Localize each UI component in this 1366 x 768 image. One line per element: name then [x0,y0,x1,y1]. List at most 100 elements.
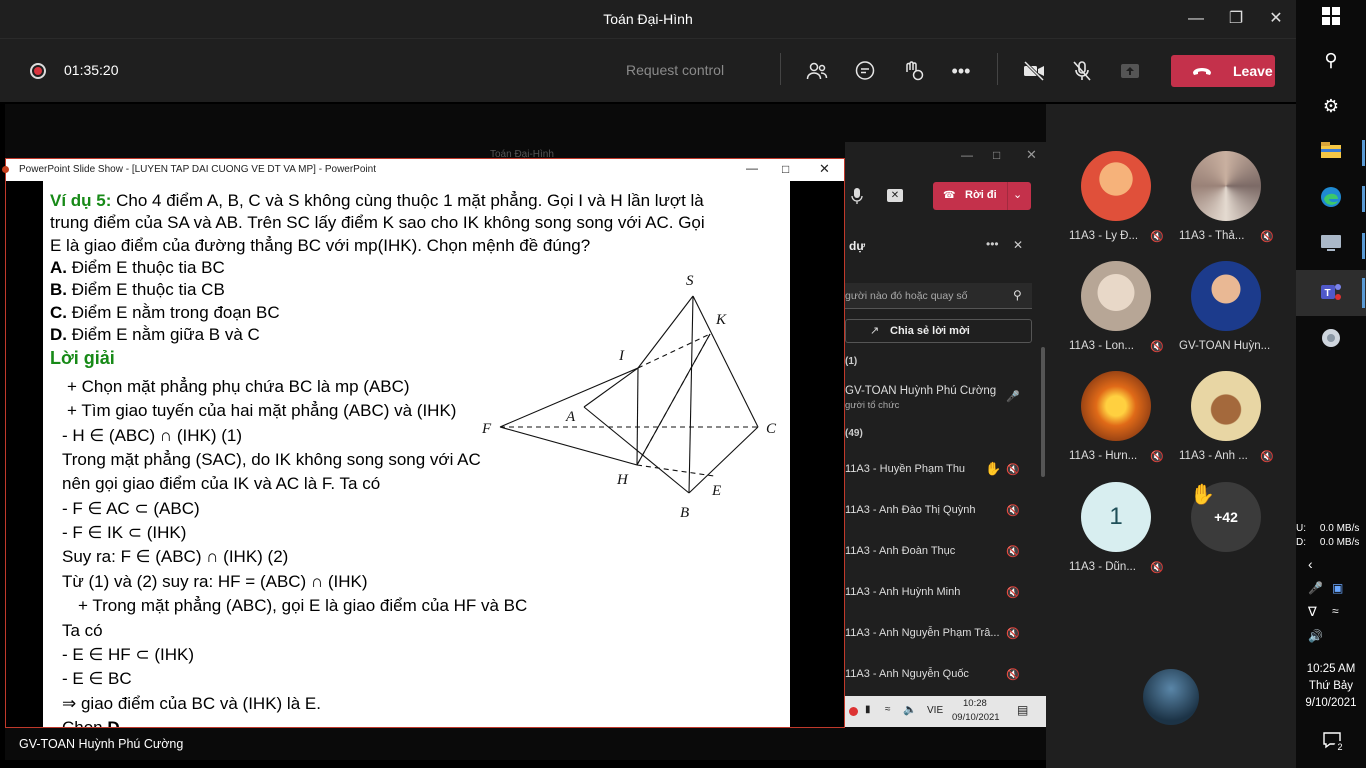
raised-hand-icon: ✋ [985,461,1002,476]
mic-off-icon: 🔇 [1150,451,1164,463]
option-a-key: A. [50,258,67,277]
chevron-left-icon[interactable]: ‹ [1308,556,1313,572]
settings-gear-icon[interactable]: ⚙ [1318,93,1344,119]
option-b: B. Điểm E thuộc tia CB [50,280,225,300]
svg-text:T: T [1325,288,1331,299]
shared-search-icon: ⚲ [1013,288,1022,302]
participant-name: 11A3 - Ly Đ... [1069,230,1139,242]
solution-heading: Lời giải [50,348,115,368]
mic-off-icon: 🔇 [1006,505,1020,517]
mic-tray-icon[interactable]: 🎤 [1308,581,1323,595]
tray-lang: VIE [927,705,944,716]
reactions-icon[interactable] [901,59,925,83]
shared-person-row: 11A3 - Anh Huỳnh Minh [845,586,961,598]
edge-browser-icon[interactable] [1318,186,1344,212]
tray-app-icon[interactable]: ▣ [1332,581,1343,595]
shared-organizer-name: GV-TOAN Huỳnh Phú Cường [845,385,997,397]
divider [780,53,781,85]
avatar [1081,151,1151,221]
remote-desktop-icon[interactable] [1318,233,1344,259]
mic-off-icon: 🔇 [1260,231,1274,243]
file-explorer-icon[interactable] [1318,140,1344,166]
ppt-logo-icon [2,166,9,173]
shared-restore-icon: □ [993,148,1001,162]
camera-off-icon[interactable] [1022,59,1046,83]
avatar [1191,151,1261,221]
solution-answer: Chọn D [62,718,120,727]
vpn-icon[interactable]: ∇ [1308,604,1317,620]
label-B: B [680,505,689,521]
tray-wifi-icon: ≈ [885,704,891,715]
minimize-icon[interactable]: — [1184,8,1208,30]
shared-teams-window: — □ ✕ ✕ ☎ Rời đi ⌄ dự ••• ✕ gười nào đó … [845,142,1046,727]
close-icon[interactable]: ✕ [1264,8,1288,30]
avatar [1191,371,1261,441]
participants-icon[interactable] [805,59,829,83]
self-view-avatar[interactable] [1143,669,1199,725]
more-options-icon[interactable]: ••• [949,59,973,83]
shared-tray: ▮ ≈ 🔈 VIE 10:28 09/10/2021 ▤ [845,696,1046,727]
pinned-app-icon[interactable] [1318,327,1344,353]
option-b-key: B. [50,280,67,299]
example-line-2: trung điểm của SA và AB. Trên SC lấy điể… [50,213,705,232]
answer-key: D [107,718,119,727]
leave-label: Leave [1233,63,1273,79]
shared-person-row: 11A3 - Huyền Phạm Thu [845,463,966,475]
windows-start-icon[interactable] [1318,6,1344,32]
mic-off-icon: 🔇 [1260,451,1274,463]
example-text: Cho 4 điểm A, B, C và S không cùng thuộc… [111,191,704,210]
participant-name: 11A3 - Thả... [1179,230,1245,242]
presenter-name: GV-TOAN Huỳnh Phú Cường [19,737,184,751]
powerpoint-window: PowerPoint Slide Show - [LUYEN TAP DAI C… [2,158,845,728]
edge-SB [688,295,694,494]
clock-time[interactable]: 10:25 AM [1296,663,1366,675]
participants-gallery: 11A3 - Ly Đ... 🔇 11A3 - Thả... 🔇 11A3 - … [1046,104,1296,768]
solution-step: - E ∈ HF ⊂ (IHK) [62,645,194,664]
restore-icon[interactable]: ❐ [1224,8,1248,30]
clock-date[interactable]: 9/10/2021 [1296,697,1366,709]
option-a-text: Điểm E thuộc tia BC [67,258,225,277]
running-indicator [1362,186,1365,212]
label-A: A [565,409,576,425]
ppt-minimize-icon[interactable]: — [746,161,758,175]
request-control-button[interactable]: Request control [626,62,724,78]
clock-day[interactable]: Thứ Bảy [1296,680,1366,692]
search-icon[interactable]: ⚲ [1318,47,1344,73]
ppt-maximize-icon[interactable]: □ [782,162,789,176]
meeting-timer: 01:35:20 [64,62,119,78]
shared-leave-label: Rời đi [965,189,997,201]
option-c-text: Điểm E nằm trong đoạn BC [67,303,280,322]
leave-button[interactable]: Leave [1171,55,1275,87]
mic-off-icon: 🔇 [1150,562,1164,574]
edge-AB [583,406,690,494]
meeting-toolbar: 01:35:20 Request control ••• Leave [0,38,1296,102]
shared-scrollbar [1041,347,1045,477]
edge-HE [636,464,715,477]
shared-search-placeholder: gười nào đó hoặc quay số [845,290,968,302]
shared-panel-close-icon: ✕ [1013,238,1024,252]
ppt-close-icon[interactable]: ✕ [819,161,830,177]
example-label: Ví dụ 5: [50,191,112,210]
shared-panel-title: dự [849,239,866,253]
recording-icon [30,63,46,79]
volume-icon[interactable]: 🔊 [1308,629,1323,643]
shared-leave-button: ☎ Rời đi ⌄ [933,182,1031,210]
solution-step: - E ∈ BC [62,669,132,688]
windows-taskbar: ⚲ ⚙ T U: 0.0 MB/s D: 0.0 MB/s ‹ 🎤 ▣ ∇ ≈ … [1296,0,1366,768]
mic-off-icon: 🔇 [1006,587,1020,599]
share-tray-icon[interactable] [1118,59,1142,83]
mic-off-icon: 🔇 [1150,341,1164,353]
participant-name: 11A3 - Hưn... [1069,450,1138,462]
running-indicator [1362,140,1365,166]
shared-person-row: 11A3 - Anh Đoàn Thục [845,545,956,557]
participant-name: 11A3 - Lon... [1069,340,1134,352]
label-C: C [766,421,777,437]
running-indicator [1362,278,1365,308]
teams-app-icon[interactable]: T [1318,280,1344,306]
notification-count-badge: 2 [1334,741,1346,753]
raised-hand-icon: ✋ [1190,484,1215,506]
mic-off-icon[interactable] [1070,59,1094,83]
geometry-figure: S K I A F C H E B [481,273,777,521]
wifi-icon[interactable]: ≈ [1332,604,1339,618]
chat-icon[interactable] [853,59,877,83]
